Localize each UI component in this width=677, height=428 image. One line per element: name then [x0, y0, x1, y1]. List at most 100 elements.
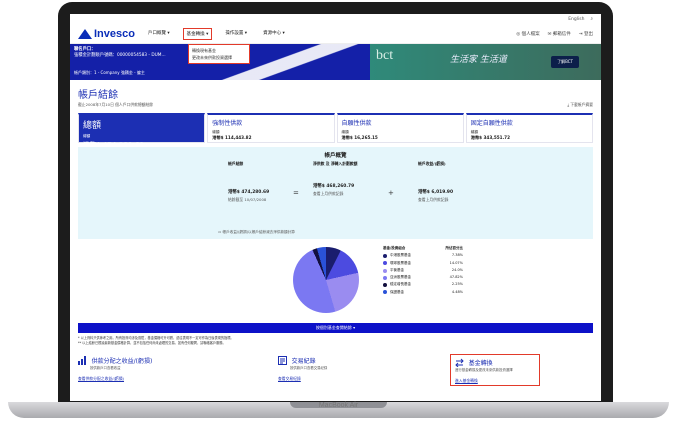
- legend-label: 保證基金: [390, 289, 404, 294]
- ad-button[interactable]: 了解BCT: [551, 56, 579, 68]
- main-navigation: Invesco 戶口概覽 ▾ 基金轉換 ▾ 操作設置 ▾ 資源中心 ▾ ◎ 個人…: [70, 24, 601, 64]
- view-by-fund-toggle[interactable]: 按個別基金查閱結餘 ▾: [78, 323, 593, 333]
- logout-link[interactable]: ⇥ 登出: [579, 31, 593, 37]
- logo-mark-icon: [78, 28, 92, 39]
- browser-screen: English ⌕ Invesco 戶口概覽 ▾ 基金轉換 ▾ 操作設置 ▾ 資…: [70, 14, 601, 401]
- menu-resources[interactable]: 資源中心 ▾: [260, 28, 288, 40]
- chart-legend: 基金/投資組合 所佔百分比 中港股票基金 7.38% 環球股票基金 14.07% 平衡基…: [383, 245, 463, 296]
- legend-item: 穩定增長基金 2.25%: [383, 281, 463, 288]
- quick-links: 供款分配之收益/(虧損) 按供款戶口查看收益 查看供款分配之收益/(虧損) 交易…: [78, 348, 593, 388]
- tile-value: 港幣$ 343,551.72: [470, 135, 510, 140]
- language-link[interactable]: English: [568, 17, 584, 22]
- legend-item: 亞洲股票基金 47.82%: [383, 274, 463, 281]
- equals-sign: =: [293, 189, 299, 197]
- legend-swatch: [383, 290, 387, 295]
- quick-title: 基金轉換: [468, 360, 493, 367]
- tile-title: 總額: [83, 121, 102, 131]
- quick-link[interactable]: 進入基金轉換: [455, 378, 535, 384]
- tile-mandatory[interactable]: 強制性供款 總額 港幣$ 114,443.82: [207, 113, 335, 143]
- nav-menu: 戶口概覽 ▾ 基金轉換 ▾ 操作設置 ▾ 資源中心 ▾: [145, 27, 288, 40]
- profile-link[interactable]: ◎ 個人檔案: [516, 31, 539, 37]
- page-subtitle-row: 截止2008年7月10日 個人戶口供款總額結餘 ⤓ 下載帳戶摘要: [70, 101, 601, 109]
- top-utility-bar: English ⌕: [70, 14, 601, 24]
- disclaimer-notes: * 以上資料只供參考之用。所有投資均涉及風險，基金價格可升可跌，過往表現不一定可…: [78, 336, 593, 346]
- overview-footnote: ▭ 帳戶收益/(虧損)以帳戶結餘減去淨供款額計算: [218, 230, 295, 234]
- legend-label: 穩定增長基金: [390, 282, 411, 287]
- ad-brand: bct: [376, 48, 394, 63]
- mailbox-link[interactable]: ✉ 郵箱信件: [548, 31, 571, 37]
- switch-arrows-icon: [455, 358, 464, 368]
- legend-swatch: [383, 268, 387, 273]
- overview-label: 帳戶收益/(虧損): [418, 161, 446, 166]
- menu-account-overview[interactable]: 戶口概覽 ▾: [145, 28, 173, 40]
- fund-allocation-chart: 基金/投資組合 所佔百分比 中港股票基金 7.38% 環球股票基金 14.07% 平衡基…: [78, 239, 593, 319]
- page-title: 帳戶結餘: [78, 90, 118, 101]
- search-icon[interactable]: ⌕: [590, 16, 593, 22]
- account-number: 強積金計劃賬戶號碼：00000054583 - DUM...: [74, 53, 166, 58]
- download-summary-link[interactable]: ⤓ 下載帳戶摘要: [567, 102, 593, 108]
- tile-total[interactable]: 總額 總額 港幣$ 474,280.69: [78, 113, 206, 149]
- tile-title: 固定自願性供款: [470, 120, 513, 127]
- legend-swatch: [383, 275, 387, 280]
- download-label: 下載帳戶摘要: [570, 102, 593, 107]
- logo-text: Invesco: [94, 27, 135, 40]
- legend-percent: 7.38%: [451, 253, 463, 258]
- legend-item: 平衡基金 24.0%: [383, 267, 463, 274]
- menu-settings[interactable]: 操作設置 ▾: [222, 28, 250, 40]
- legend-percent: 24.0%: [451, 267, 463, 272]
- overview-label: 帳戶結餘: [228, 161, 244, 166]
- legend-swatch: [383, 261, 387, 266]
- quick-sub: 按供款戶口查看收益: [90, 366, 121, 370]
- ad-slogan: 生活家 生活道: [450, 55, 507, 65]
- page-subtitle: 截止2008年7月10日 個人戶口供款總額結餘: [78, 102, 154, 107]
- legend-label: 平衡基金: [390, 267, 404, 272]
- legend-percent: 14.07%: [449, 260, 463, 265]
- quick-link[interactable]: 查看供款分配之收益/(虧損): [78, 376, 198, 382]
- device-label: MacBook Air: [318, 402, 359, 409]
- tile-value: 港幣$ 114,443.82: [212, 135, 252, 140]
- overview-value: 港幣$ 468,260.79: [313, 184, 355, 189]
- legend-item: 中港股票基金 7.38%: [383, 252, 463, 259]
- quick-sub: 按供款戶口查看交易紀錄: [290, 366, 328, 370]
- tile-title: 自願性供款: [341, 120, 372, 127]
- legend-percent: 2.25%: [451, 282, 463, 287]
- tile-title: 強制性供款: [212, 120, 243, 127]
- legend-percent: 4.48%: [451, 289, 463, 294]
- overview-label: 淨供款 及 淨轉入計劃款額: [313, 161, 358, 166]
- bar-chart-icon: [78, 356, 87, 365]
- overview-note-link[interactable]: 查看上月供款記錄: [313, 191, 393, 197]
- legend-label: 中港股票基金: [390, 253, 411, 258]
- legend-header: 基金/投資組合 所佔百分比: [383, 245, 463, 252]
- dropdown-switch-existing[interactable]: 轉換現有基金: [192, 47, 246, 54]
- legend-item: 環球股票基金 14.07%: [383, 260, 463, 267]
- overview-note: 結餘截至 10/07/2008: [228, 197, 267, 202]
- legend-rows: 中港股票基金 7.38% 環球股票基金 14.07% 平衡基金 24.0% 亞洲股票基金 47…: [383, 252, 463, 296]
- quick-title: 交易紀錄: [291, 358, 316, 365]
- legend-percent: 47.82%: [449, 275, 463, 280]
- quick-link-fund-switch[interactable]: 基金轉換 進行基金轉換及更改未來供款投資選擇 進入基金轉換: [450, 354, 540, 386]
- overview-gain-loss: 帳戶收益/(虧損) 港幣$ 6,019.90 查看上月供款記錄: [418, 161, 498, 203]
- menu-fund-switch[interactable]: 基金轉換 ▾: [182, 27, 213, 40]
- overview-net-contribution: 淨供款 及 淨轉入計劃款額 港幣$ 468,260.79 查看上月供款記錄: [313, 161, 393, 197]
- breadcrumb: 帳戶類別：1 - Company 強積金 - 僱主: [74, 70, 145, 75]
- quick-link-gain-loss[interactable]: 供款分配之收益/(虧損) 按供款戶口查看收益 查看供款分配之收益/(虧損): [78, 356, 198, 382]
- fund-switch-dropdown: 轉換現有基金 更改未來供款投資選擇: [188, 44, 250, 64]
- bct-advert[interactable]: bct 生活家 生活道 了解BCT: [370, 44, 601, 80]
- legend-swatch: [383, 283, 387, 288]
- legend-item: 保證基金 4.48%: [383, 289, 463, 296]
- account-overview-panel: 帳戶概覽 帳戶結餘 港幣$ 474,280.69 結餘截至 10/07/2008…: [78, 147, 593, 239]
- note-line: ** 以上結餘已根據最新基金價格計算，並不包括任何尚未處理的交易。如有任何疑問，…: [78, 341, 226, 345]
- dropdown-change-future[interactable]: 更改未來供款投資選擇: [192, 54, 246, 61]
- tile-fixed-voluntary[interactable]: 固定自願性供款 總額 港幣$ 343,551.72: [465, 113, 593, 143]
- balance-tiles: 總額 總額 港幣$ 474,280.69 強制性供款 總額 港幣$ 114,44…: [78, 113, 593, 149]
- legend-header-fund: 基金/投資組合: [383, 246, 406, 250]
- quick-link-transactions[interactable]: 交易紀錄 按供款戶口查看交易紀錄 查看交易紀錄: [278, 356, 398, 382]
- overview-value: 港幣$ 6,019.90: [418, 190, 454, 195]
- quick-link[interactable]: 查看交易紀錄: [278, 376, 398, 382]
- invesco-logo[interactable]: Invesco: [78, 28, 135, 40]
- overview-title: 帳戶概覽: [324, 153, 347, 159]
- legend-header-pct: 所佔百分比: [445, 246, 464, 250]
- account-banner: 聯名戶口： 強積金計劃賬戶號碼：00000054583 - DUM... 帳戶類…: [70, 44, 601, 80]
- tile-voluntary[interactable]: 自願性供款 總額 港幣$ 16,265.15: [336, 113, 464, 143]
- overview-note-link[interactable]: 查看上月供款記錄: [418, 197, 498, 203]
